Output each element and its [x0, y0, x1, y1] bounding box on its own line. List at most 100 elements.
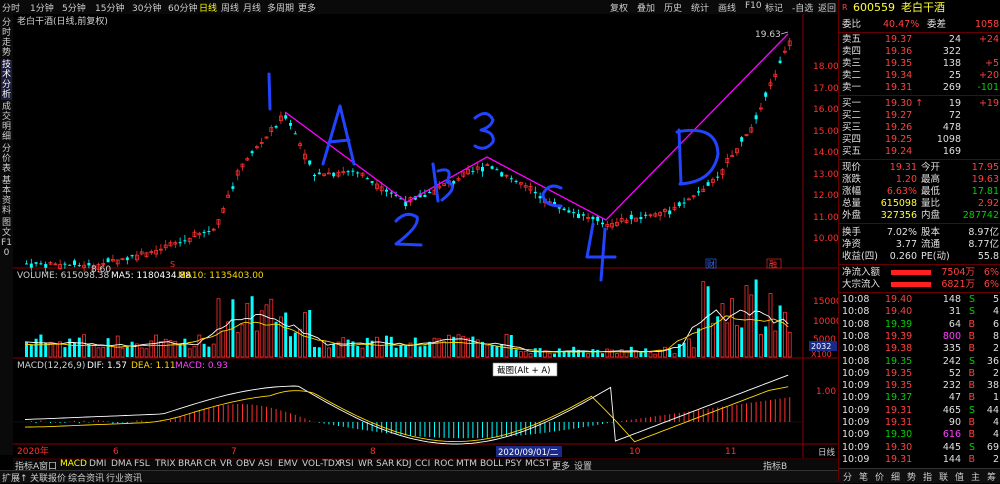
tab-sar[interactable]: SAR [376, 459, 394, 469]
fuquan-button[interactable]: 复权 [610, 1, 628, 14]
volume-bar [533, 348, 537, 357]
price-tick: 11.00 [813, 213, 838, 223]
tab-wr[interactable]: WR [358, 459, 373, 469]
panel-icon-4[interactable]: 势 [907, 470, 916, 483]
panel-icon-3[interactable]: 细 [891, 470, 900, 483]
volume-bar [601, 353, 604, 357]
tab-vr[interactable]: VR [220, 459, 232, 469]
tab-trades[interactable]: 成交明细 [1, 102, 12, 142]
stats-button[interactable]: 统计 [691, 1, 709, 14]
finance-tag[interactable]: 财 [707, 259, 715, 269]
tab-timeshare[interactable]: 分时走势 [1, 18, 12, 58]
tab-dmi[interactable]: DMI [89, 459, 106, 469]
panel-icon-8[interactable]: 主 [971, 470, 980, 483]
stat-row: 涨幅 6.63% 最低 17.81 [839, 186, 1000, 198]
tick-volume: 445 [942, 441, 961, 453]
candle-body [423, 194, 427, 197]
panel-icon-2[interactable]: 价 [875, 470, 884, 483]
period-1min[interactable]: 1分钟 [30, 1, 54, 14]
macd-dea: DEA: 1.11 [131, 361, 176, 371]
margin-tag[interactable]: 融 [769, 259, 777, 269]
volume-tick: 15000 [813, 297, 838, 307]
stat-value: 615098 [880, 198, 917, 209]
candle-body [389, 192, 393, 194]
tab-macd[interactable]: MACD [60, 459, 87, 469]
tab-obv[interactable]: OBV [236, 459, 255, 469]
panel-icon-1[interactable]: 笔 [859, 470, 868, 483]
tab-rsi[interactable]: RSI [339, 459, 354, 469]
candle-body [509, 178, 513, 180]
candle-body [706, 182, 710, 186]
volume-bar [29, 344, 33, 357]
tab-boll[interactable]: BOLL [480, 459, 503, 469]
date-tick: 11 [725, 447, 736, 457]
period-15min[interactable]: 15分钟 [95, 1, 124, 14]
stat-label: 内盘 [921, 210, 941, 221]
tab-news[interactable]: 综合资讯 [68, 471, 104, 484]
draw-line-button[interactable]: 画线 [718, 1, 736, 14]
tab-fsl[interactable]: FSL [134, 459, 150, 469]
macd-value: MACD: 0.93 [175, 361, 228, 371]
history-button[interactable]: 历史 [664, 1, 682, 14]
period-daily[interactable]: 日线 [199, 1, 217, 14]
tab-kdj[interactable]: KDJ [396, 459, 412, 469]
tick-side: B [968, 318, 975, 330]
candle-body [697, 191, 700, 193]
panel-icon-6[interactable]: 联 [939, 470, 948, 483]
period-timeshare[interactable]: 分时 [2, 1, 20, 14]
tab-cci[interactable]: CCI [415, 459, 430, 469]
ask-label: 卖五 [842, 34, 862, 45]
tick-count: 2 [992, 367, 999, 379]
tab-roc[interactable]: ROC [434, 459, 454, 469]
period-5min[interactable]: 5分钟 [62, 1, 86, 14]
tab-asi[interactable]: ASI [258, 459, 273, 469]
panel-icon-7[interactable]: 值 [955, 470, 964, 483]
tick-volume: 90 [948, 417, 961, 428]
volume-bar [202, 343, 206, 357]
tab-f10[interactable]: 图文F10 [1, 218, 12, 258]
info-value: 8.97亿 [968, 227, 999, 238]
tab-price-table[interactable]: 分价表 [1, 144, 12, 174]
tab-mcst[interactable]: MCST [525, 459, 550, 469]
panel-icon-5[interactable]: 指 [923, 470, 932, 483]
stat-value: 1.20 [895, 174, 917, 185]
tab-industry-news[interactable]: 行业资讯 [106, 471, 142, 484]
kline-chart-area[interactable]: 老白干酒(日线,前复权) 18.00 17.00 16.00 15.00 14.… [13, 14, 838, 458]
candle-body [125, 257, 129, 261]
tab-psy[interactable]: PSY [505, 459, 522, 469]
overlay-button[interactable]: 叠加 [637, 1, 655, 14]
ask-volume: 24 [948, 34, 961, 45]
watchlist-button[interactable]: -自选 [792, 1, 813, 14]
mark-button[interactable]: 标记 [765, 1, 783, 14]
stat-value: 6.63% [886, 186, 917, 197]
tab-emv[interactable]: EMV [278, 459, 298, 469]
expand-button[interactable]: 扩展↑ [2, 471, 28, 484]
tab-profile[interactable]: 基本资料 [1, 176, 12, 216]
tab-mtm[interactable]: MTM [456, 459, 477, 469]
tab-vol-tdx[interactable]: VOL-TDX [302, 459, 341, 469]
period-weekly[interactable]: 周线 [221, 1, 239, 14]
period-60min[interactable]: 60分钟 [168, 1, 197, 14]
volume-bar [754, 279, 758, 357]
tab-brar[interactable]: BRAR [178, 459, 202, 469]
volume-bar [365, 337, 369, 357]
volume-bar [87, 344, 91, 357]
tab-cr[interactable]: CR [204, 459, 217, 469]
tab-related-quotes[interactable]: 关联报价 [30, 471, 66, 484]
panel-icon-0[interactable]: 分 [843, 470, 852, 483]
f10-button[interactable]: F10 [745, 1, 762, 11]
price-tick: 12.00 [813, 191, 838, 201]
period-more[interactable]: 更多 [298, 1, 316, 14]
period-30min[interactable]: 30分钟 [132, 1, 161, 14]
candle-body [289, 123, 292, 126]
period-multi[interactable]: 多周期 [267, 1, 294, 14]
period-monthly[interactable]: 月线 [243, 1, 261, 14]
tab-trix[interactable]: TRIX [155, 459, 176, 469]
candle-body [313, 174, 316, 177]
panel-icon-9[interactable]: 筹 [987, 470, 996, 483]
tab-technical[interactable]: 技术分析 [1, 60, 12, 100]
screenshot-tooltip: 截图(Alt + A) [497, 365, 550, 376]
candle-body [77, 265, 81, 267]
back-button[interactable]: 返回 [818, 1, 836, 14]
tab-dma[interactable]: DMA [111, 459, 132, 469]
